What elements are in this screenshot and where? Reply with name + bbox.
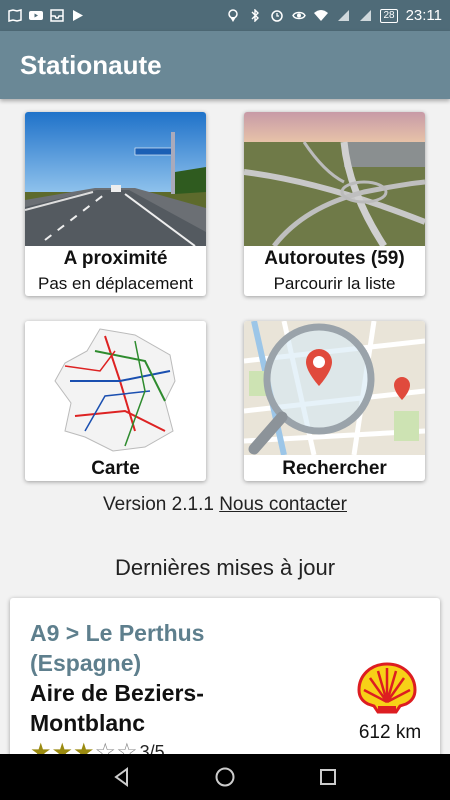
tile-subtitle: Parcourir la liste [273,274,396,293]
home-icon[interactable] [210,762,240,792]
app-title: Stationaute [20,49,162,80]
interchange-photo [244,112,425,246]
tile-subtitle: Pas en déplacement [38,274,193,293]
alarm-icon [271,10,284,22]
play-icon [73,10,83,21]
battery-icon: 28 [380,8,398,23]
tile-title: A proximité [63,248,168,269]
bluetooth-icon [251,9,260,22]
card-distance: 612 km [358,722,422,743]
highway-photo [25,112,206,246]
card-route: A9 > Le Perthus (Espagne) [30,620,205,676]
back-icon[interactable] [107,762,137,792]
version-row: Version 2.1.1 Nous contacter [0,494,450,516]
location-icon [228,9,239,22]
update-card[interactable]: A9 > Le Perthus (Espagne) Aire de Bezier… [10,598,440,768]
version-text: Version 2.1.1 [103,494,214,515]
tile-map[interactable]: Carte [25,321,206,481]
search-map-image [244,321,425,479]
tile-title: Autoroutes (59) [264,248,405,269]
tile-title: Carte [91,458,140,479]
status-bar: 28 23:11 [0,0,450,31]
map-icon [8,9,22,22]
status-clock: 23:11 [405,7,442,24]
inbox-icon [50,9,64,22]
tile-highways[interactable]: Autoroutes (59) Parcourir la liste [244,112,425,296]
wifi-icon [314,10,329,21]
eye-icon [292,11,307,20]
tile-search[interactable]: Rechercher [244,321,425,481]
shell-logo-icon [356,662,418,716]
tile-nearby[interactable]: A proximité Pas en déplacement [25,112,206,296]
signal-icon [360,10,372,21]
signal-icon [338,10,350,21]
france-map-image [25,321,206,479]
card-station-name: Aire de Beziers-Montblanc [30,680,204,736]
contact-link[interactable]: Nous contacter [219,494,347,515]
updates-heading: Dernières mises à jour [114,555,336,580]
youtube-icon [29,11,43,20]
app-bar: Stationaute [0,31,450,99]
tile-title: Rechercher [282,458,387,479]
recents-icon[interactable] [313,762,343,792]
navigation-bar [0,754,450,800]
